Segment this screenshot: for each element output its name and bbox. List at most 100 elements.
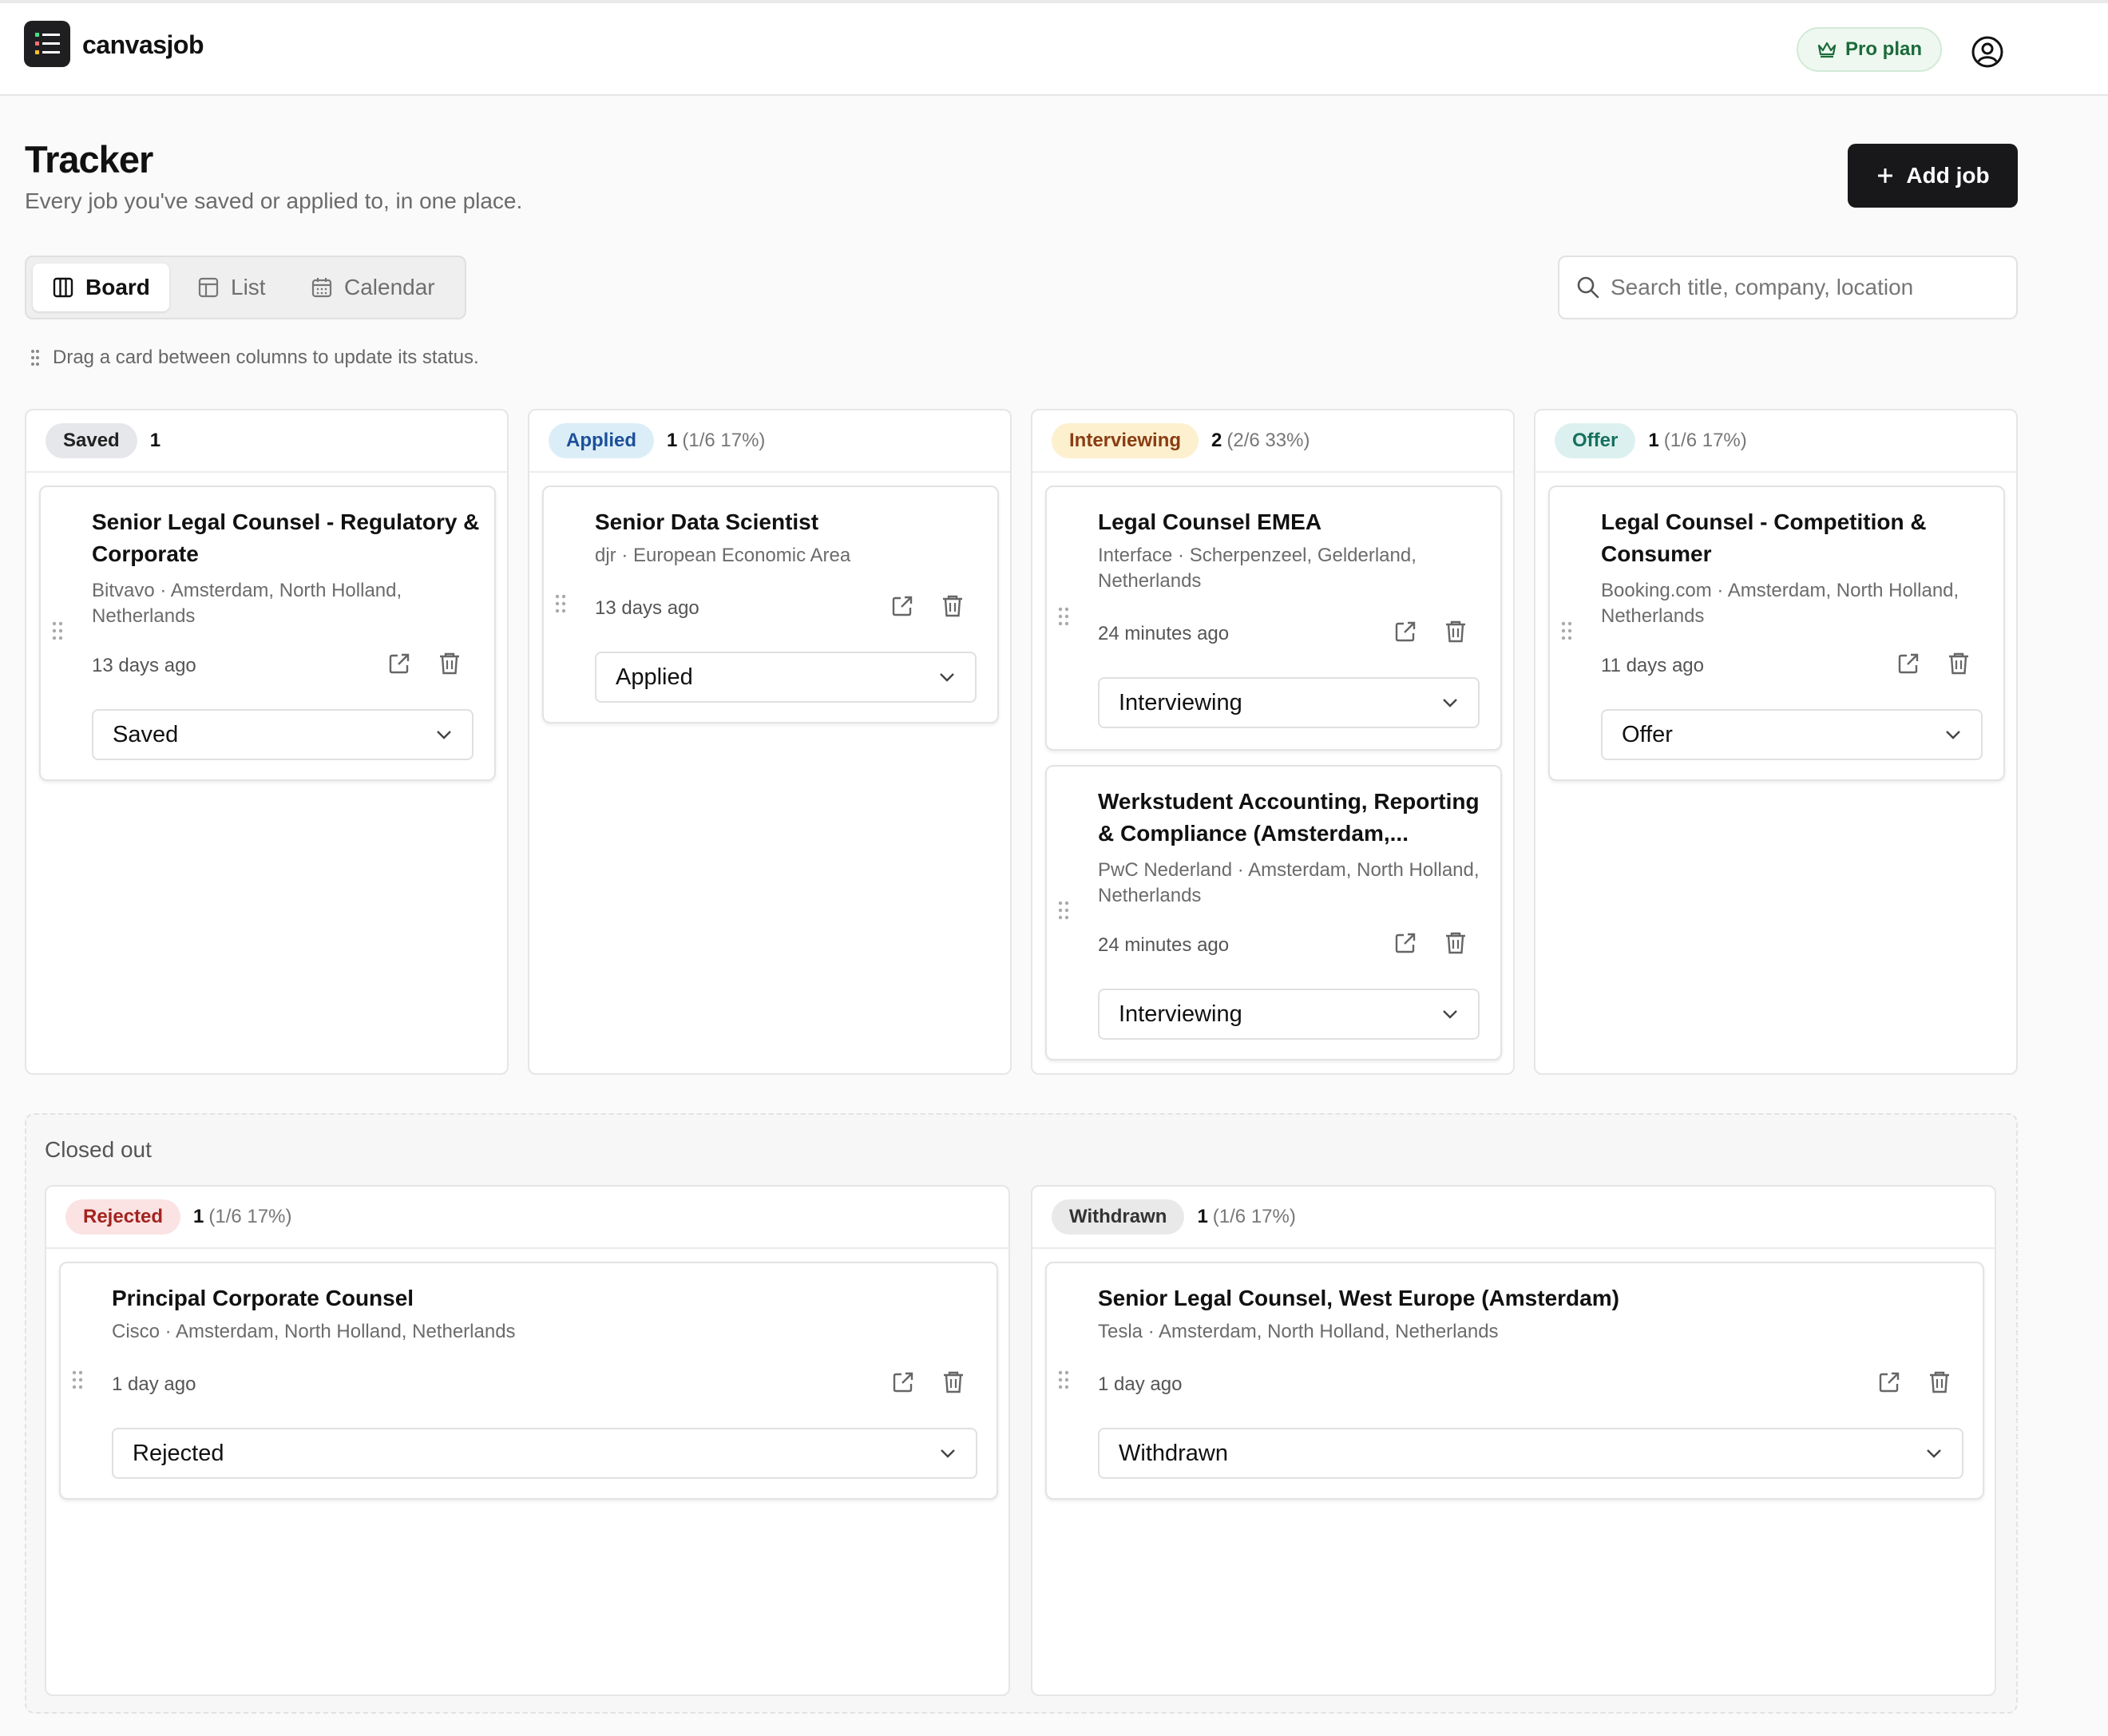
- external-link-icon[interactable]: [1393, 931, 1417, 955]
- column-header: Rejected 1 (1/6 17%): [46, 1187, 1008, 1249]
- external-link-icon[interactable]: [1896, 652, 1920, 676]
- trash-icon[interactable]: [1948, 652, 1970, 676]
- status-select[interactable]: Applied: [595, 652, 977, 703]
- status-badge: Applied: [549, 423, 654, 458]
- plus-icon: [1878, 168, 1893, 183]
- search-box: [1558, 256, 2018, 319]
- grip-icon[interactable]: [52, 621, 63, 644]
- status-select-value: Rejected: [133, 1440, 224, 1466]
- status-select-value: Saved: [113, 721, 179, 747]
- search-input[interactable]: [1611, 271, 2002, 303]
- column-applied: Applied 1 (1/6 17%) Senior Data Scientist…: [528, 409, 1012, 1075]
- search-icon: [1577, 276, 1599, 299]
- status-select-value: Interviewing: [1119, 1001, 1242, 1027]
- chevron-down-icon: [941, 1449, 955, 1458]
- job-card[interactable]: Principal Corporate Counsel Cisco · Amst…: [59, 1262, 998, 1500]
- job-age: 24 minutes ago: [1098, 934, 1230, 956]
- status-select[interactable]: Interviewing: [1098, 677, 1480, 728]
- job-title[interactable]: Senior Legal Counsel, West Europe (Amste…: [1098, 1282, 1896, 1314]
- chevron-down-icon: [1946, 731, 1960, 739]
- grip-icon: [31, 350, 39, 366]
- status-select[interactable]: Offer: [1601, 709, 1983, 760]
- column-header: Interviewing 2 (2/6 33%): [1032, 410, 1513, 473]
- status-badge: Offer: [1555, 423, 1636, 458]
- crown-icon: [1817, 42, 1837, 58]
- status-select[interactable]: Interviewing: [1098, 989, 1480, 1040]
- external-link-icon[interactable]: [1877, 1370, 1901, 1394]
- column-header: Saved 1: [26, 410, 507, 473]
- brand-name[interactable]: canvasjob: [82, 30, 204, 60]
- tab-board-label: Board: [85, 275, 150, 299]
- trash-icon[interactable]: [438, 652, 461, 676]
- grip-icon[interactable]: [72, 1370, 83, 1393]
- column-interviewing: Interviewing 2 (2/6 33%) Legal Counsel EM…: [1031, 409, 1515, 1075]
- trash-icon[interactable]: [942, 1370, 965, 1394]
- grip-icon[interactable]: [1058, 1370, 1069, 1393]
- status-badge: Interviewing: [1052, 423, 1199, 458]
- column-count: 1 (1/6 17%): [667, 430, 766, 451]
- job-title[interactable]: Legal Counsel - Competition & Consumer: [1601, 506, 1997, 570]
- checklist-icon[interactable]: [24, 21, 70, 67]
- job-age: 1 day ago: [112, 1373, 196, 1395]
- job-title[interactable]: Senior Legal Counsel - Regulatory & Corp…: [92, 506, 488, 570]
- tab-calendar[interactable]: Calendar: [291, 264, 454, 311]
- chevron-down-icon: [1443, 699, 1457, 707]
- tab-board[interactable]: Board: [33, 264, 169, 311]
- user-circle-icon[interactable]: [1971, 35, 2004, 69]
- grip-icon[interactable]: [555, 594, 566, 617]
- status-badge: Withdrawn: [1052, 1199, 1185, 1235]
- column-header: Offer 1 (1/6 17%): [1535, 410, 2016, 473]
- job-card[interactable]: Senior Data Scientist djr · European Eco…: [542, 486, 999, 723]
- column-header: Applied 1 (1/6 17%): [529, 410, 1010, 473]
- job-title[interactable]: Principal Corporate Counsel: [112, 1282, 910, 1314]
- job-age: 13 days ago: [92, 655, 196, 676]
- drag-hint-text: Drag a card between columns to update it…: [53, 347, 479, 368]
- trash-icon[interactable]: [1444, 620, 1467, 644]
- job-card[interactable]: Senior Legal Counsel, West Europe (Amste…: [1045, 1262, 1984, 1500]
- external-link-icon[interactable]: [387, 652, 411, 676]
- drag-hint: Drag a card between columns to update it…: [30, 347, 479, 369]
- closed-out-label: Closed out: [45, 1137, 152, 1162]
- job-company-location: PwC Nederland · Amsterdam, North Holland…: [1098, 859, 1480, 906]
- job-company-location: Cisco · Amsterdam, North Holland, Nether…: [112, 1321, 516, 1342]
- status-select[interactable]: Saved: [92, 709, 474, 760]
- status-select[interactable]: Rejected: [112, 1428, 977, 1479]
- job-title[interactable]: Werkstudent Accounting, Reporting & Comp…: [1098, 786, 1494, 850]
- column-count: 1 (1/6 17%): [1648, 430, 1747, 451]
- column-offer: Offer 1 (1/6 17%) Legal Counsel - Competi…: [1534, 409, 2018, 1075]
- column-header: Withdrawn 1 (1/6 17%): [1032, 1187, 1995, 1249]
- job-company-location: djr · European Economic Area: [595, 545, 851, 566]
- trash-icon[interactable]: [1444, 931, 1467, 955]
- job-card[interactable]: Senior Legal Counsel - Regulatory & Corp…: [39, 486, 496, 781]
- columns-icon: [53, 277, 73, 298]
- calendar-icon: [311, 278, 332, 298]
- job-card[interactable]: Legal Counsel - Competition & Consumer B…: [1548, 486, 2005, 781]
- column-saved: Saved 1 Senior Legal Counsel - Regulator…: [25, 409, 509, 1075]
- status-select-value: Withdrawn: [1119, 1440, 1228, 1466]
- grip-icon[interactable]: [1058, 607, 1069, 630]
- external-link-icon[interactable]: [890, 594, 914, 618]
- trash-icon[interactable]: [1928, 1370, 1951, 1394]
- column-rejected: Rejected 1 (1/6 17%) Principal Corporate …: [45, 1185, 1010, 1696]
- trash-icon[interactable]: [941, 594, 964, 618]
- job-company-location: Booking.com · Amsterdam, North Holland, …: [1601, 580, 1959, 627]
- chevron-down-icon: [437, 731, 451, 739]
- job-age: 24 minutes ago: [1098, 623, 1230, 644]
- job-title[interactable]: Legal Counsel EMEA: [1098, 506, 1494, 538]
- chevron-down-icon: [940, 673, 954, 682]
- status-select[interactable]: Withdrawn: [1098, 1428, 1963, 1479]
- pro-plan-badge[interactable]: Pro plan: [1797, 27, 1942, 72]
- add-job-button[interactable]: Add job: [1848, 144, 2018, 208]
- job-card[interactable]: Legal Counsel EMEA Interface · Scherpenz…: [1045, 486, 1502, 751]
- add-job-label: Add job: [1906, 163, 1990, 188]
- grip-icon[interactable]: [1058, 901, 1069, 924]
- tab-list[interactable]: List: [178, 264, 285, 311]
- tab-list-label: List: [231, 275, 266, 299]
- job-title[interactable]: Senior Data Scientist: [595, 506, 991, 538]
- top-bar: canvasjob Pro plan: [0, 3, 2108, 96]
- grip-icon[interactable]: [1561, 621, 1572, 644]
- chevron-down-icon: [1443, 1010, 1457, 1019]
- job-card[interactable]: Werkstudent Accounting, Reporting & Comp…: [1045, 765, 1502, 1060]
- external-link-icon[interactable]: [891, 1370, 915, 1394]
- external-link-icon[interactable]: [1393, 620, 1417, 644]
